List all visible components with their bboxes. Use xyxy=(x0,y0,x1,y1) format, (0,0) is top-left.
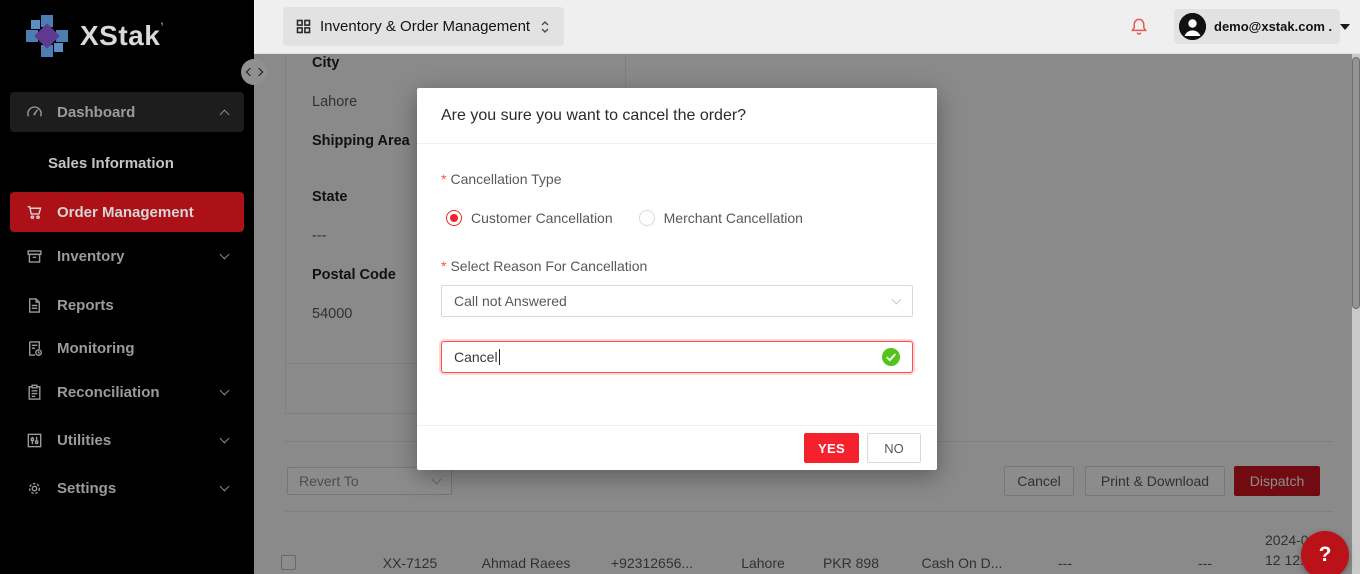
dashboard-gauge-icon xyxy=(26,104,43,121)
radio-label-customer[interactable]: Customer Cancellation xyxy=(471,210,613,226)
sidebar-item-label: Monitoring xyxy=(57,340,134,357)
sidebar-item-label: Sales Information xyxy=(48,155,174,172)
chevron-down-icon xyxy=(892,295,902,305)
scrollbar-track[interactable] xyxy=(1352,54,1360,574)
chevron-left-icon xyxy=(245,68,253,76)
sidebar-collapse-toggle[interactable] xyxy=(241,59,267,85)
sidebar-item-reports[interactable]: Reports xyxy=(10,285,244,325)
sidebar-item-label: Settings xyxy=(57,480,116,497)
cancel-order-modal: Are you sure you want to cancel the orde… xyxy=(417,88,937,470)
radio-merchant-cancellation[interactable] xyxy=(639,210,655,226)
sidebar-item-monitoring[interactable]: Monitoring xyxy=(10,328,244,368)
reports-file-icon xyxy=(26,297,43,314)
cancellation-comment-input[interactable]: Cancel xyxy=(441,341,913,373)
chevron-down-icon xyxy=(220,386,230,396)
sidebar-item-sales-information[interactable]: Sales Information xyxy=(48,155,174,172)
sidebar-item-label: Reports xyxy=(57,297,114,314)
topbar: Inventory & Order Management dem xyxy=(254,0,1360,54)
sidebar-item-label: Inventory xyxy=(57,248,125,265)
modal-header: Are you sure you want to cancel the orde… xyxy=(417,88,937,144)
cart-icon xyxy=(26,204,43,221)
monitoring-file-icon xyxy=(26,340,43,357)
user-avatar-icon xyxy=(1179,13,1206,40)
sidebar-item-label: Order Management xyxy=(57,204,194,221)
comment-value: Cancel xyxy=(454,349,498,365)
radio-customer-cancellation[interactable] xyxy=(446,210,462,226)
app-grid-icon xyxy=(296,19,311,34)
sidebar-item-dashboard[interactable]: Dashboard xyxy=(10,92,244,132)
inventory-box-icon xyxy=(26,248,43,265)
xstak-logo: XStak’ xyxy=(24,13,164,59)
sidebar-item-settings[interactable]: Settings xyxy=(10,468,244,508)
modal-footer: YES NO xyxy=(417,425,937,470)
no-button[interactable]: NO xyxy=(867,433,921,463)
user-email: demo@xstak.com . xyxy=(1214,19,1332,34)
cancellation-type-label: *Cancellation Type xyxy=(441,171,913,191)
caret-down-icon xyxy=(1340,24,1350,30)
chevron-right-icon xyxy=(254,68,262,76)
sidebar-item-label: Dashboard xyxy=(57,104,135,121)
reason-select[interactable]: Call not Answered xyxy=(441,285,913,317)
valid-check-icon xyxy=(882,348,900,366)
required-asterisk: * xyxy=(441,171,446,187)
swap-vertical-icon xyxy=(539,20,551,34)
app-switcher-label: Inventory & Order Management xyxy=(320,18,530,35)
sidebar-item-order-management[interactable]: Order Management xyxy=(10,192,244,232)
brand-trademark: ’ xyxy=(160,20,164,34)
scrollbar-thumb[interactable] xyxy=(1352,57,1360,309)
modal-body: *Cancellation Type Customer Cancellation… xyxy=(417,144,937,425)
radio-dot xyxy=(450,214,458,222)
reason-label: *Select Reason For Cancellation xyxy=(441,258,913,278)
sidebar-item-utilities[interactable]: Utilities xyxy=(10,420,244,460)
notification-bell-icon[interactable] xyxy=(1129,17,1149,37)
sliders-icon xyxy=(26,432,43,449)
sidebar-item-label: Reconciliation xyxy=(57,384,160,401)
reason-select-value: Call not Answered xyxy=(454,293,567,309)
brand-name: XStak’ xyxy=(80,20,164,52)
app-switcher-dropdown[interactable]: Inventory & Order Management xyxy=(283,7,564,46)
radio-label-merchant[interactable]: Merchant Cancellation xyxy=(664,210,803,226)
help-button[interactable]: ? xyxy=(1301,531,1349,574)
gear-icon xyxy=(26,480,43,497)
sidebar: XStak’ Dashboard Sales Information Order… xyxy=(0,0,254,574)
xstak-logo-icon xyxy=(24,13,70,59)
chevron-up-icon xyxy=(220,109,230,119)
sidebar-item-label: Utilities xyxy=(57,432,111,449)
app-root: XStak’ Dashboard Sales Information Order… xyxy=(0,0,1360,574)
modal-title: Are you sure you want to cancel the orde… xyxy=(441,107,746,125)
required-asterisk: * xyxy=(441,258,446,274)
chevron-down-icon xyxy=(220,250,230,260)
sidebar-item-inventory[interactable]: Inventory xyxy=(10,236,244,276)
yes-button[interactable]: YES xyxy=(804,433,859,463)
chevron-down-icon xyxy=(220,434,230,444)
chevron-down-icon xyxy=(220,482,230,492)
clipboard-icon xyxy=(26,384,43,401)
cancellation-type-radio-group: Customer Cancellation Merchant Cancellat… xyxy=(446,207,913,229)
text-cursor xyxy=(499,349,500,365)
sidebar-item-reconciliation[interactable]: Reconciliation xyxy=(10,372,244,412)
user-menu[interactable]: demo@xstak.com . xyxy=(1174,9,1340,44)
